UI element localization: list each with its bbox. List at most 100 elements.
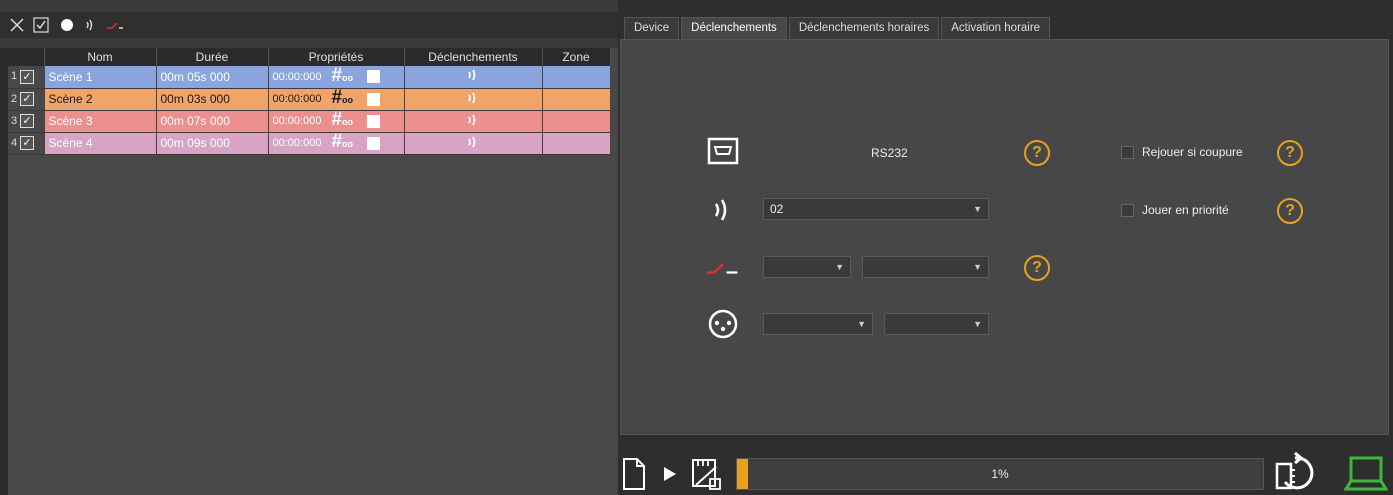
- table-row[interactable]: 4 ✓ Scène 4 00m 09s 000 00:00:000 #oo: [8, 132, 611, 155]
- column-header-zone[interactable]: Zone: [542, 48, 611, 66]
- loop-count-icon[interactable]: #oo: [331, 66, 353, 87]
- table-header-row: Nom Durée Propriétés Déclenchements Zone: [8, 48, 611, 66]
- rs232-help-icon[interactable]: ?: [1024, 140, 1050, 166]
- tab-declenchements-horaires[interactable]: Déclenchements horaires: [788, 17, 940, 39]
- zone-cell[interactable]: [542, 110, 611, 133]
- tab-activation-horaire[interactable]: Activation horaire: [941, 17, 1051, 39]
- scene-name-cell[interactable]: Scène 2: [44, 88, 157, 111]
- chevron-down-icon: ▼: [857, 319, 866, 329]
- color-swatch[interactable]: [367, 70, 381, 84]
- close-icon[interactable]: [6, 14, 28, 36]
- wireless-trigger-icon[interactable]: [80, 14, 102, 36]
- replay-on-cut-checkbox[interactable]: Rejouer si coupure: [1121, 145, 1243, 159]
- loop-count-icon[interactable]: #oo: [331, 110, 354, 131]
- dmx-connector-icon: [705, 306, 741, 342]
- row-select-cell[interactable]: 2 ✓: [8, 88, 45, 111]
- chevron-down-icon: ▼: [973, 204, 982, 214]
- scene-name-cell[interactable]: Scène 1: [44, 66, 157, 89]
- replay-on-cut-box[interactable]: [1121, 145, 1134, 159]
- start-time-value: 00:00:000: [272, 70, 322, 83]
- scene-properties-cell[interactable]: 00:00:000 #oo: [268, 132, 405, 155]
- scene-duration-cell[interactable]: 00m 03s 000: [156, 88, 269, 111]
- row-number: 4: [10, 136, 18, 149]
- trigger-cell[interactable]: [404, 110, 543, 133]
- row-select-cell[interactable]: 4 ✓: [8, 132, 45, 155]
- row-enabled-checkbox[interactable]: ✓: [20, 70, 34, 85]
- scene-duration-cell[interactable]: 00m 07s 000: [156, 110, 269, 133]
- scene-list-panel: Nom Durée Propriétés Déclenchements Zone…: [0, 0, 618, 495]
- loop-count-icon[interactable]: #oo: [331, 88, 354, 109]
- computer-connected-icon[interactable]: [1342, 454, 1390, 494]
- start-time-value: 00:00:000: [272, 93, 322, 105]
- radio-channel-value: 02: [770, 202, 784, 216]
- device-sync-icon[interactable]: [1274, 452, 1322, 494]
- bottom-action-bar: 1%: [618, 450, 1393, 495]
- column-header-check: [8, 48, 45, 66]
- play-priority-box[interactable]: [1121, 203, 1134, 217]
- replay-help-icon[interactable]: ?: [1277, 140, 1303, 166]
- scene-properties-cell[interactable]: 00:00:000 #oo: [268, 66, 405, 89]
- start-time-value: 00:00:000: [272, 137, 322, 149]
- scene-name-cell[interactable]: Scène 3: [44, 110, 157, 133]
- wireless-trigger-icon: [466, 136, 480, 152]
- loop-count-value: oo: [342, 117, 354, 127]
- declenchements-content: RS232 ? Rejouer si coupure ? 02 ▼ Jouer …: [620, 39, 1389, 435]
- tab-device[interactable]: Device: [624, 17, 680, 39]
- color-swatch[interactable]: [367, 92, 381, 106]
- priority-help-icon[interactable]: ?: [1277, 198, 1303, 224]
- zone-cell[interactable]: [542, 132, 611, 155]
- scene-duration-cell[interactable]: 00m 05s 000: [156, 66, 269, 89]
- scene-properties-cell[interactable]: 00:00:000 #oo: [268, 88, 405, 111]
- scene-name-cell[interactable]: Scène 4: [44, 132, 157, 155]
- table-row[interactable]: 1 ✓ Scène 1 00m 05s 000 00:00:000 #oo: [8, 66, 611, 89]
- rs232-label: RS232: [871, 146, 908, 160]
- loop-count-icon[interactable]: #oo: [331, 132, 354, 153]
- table-row[interactable]: 3 ✓ Scène 3 00m 07s 000 00:00:000 #oo: [8, 110, 611, 133]
- dmx-channel-select[interactable]: ▼: [884, 313, 989, 335]
- record-icon[interactable]: [56, 14, 78, 36]
- chevron-down-icon: ▼: [835, 262, 844, 272]
- loop-count-value: oo: [342, 139, 354, 149]
- color-swatch[interactable]: [367, 136, 381, 150]
- scene-properties-panel: Device Déclenchements Déclenchements hor…: [618, 0, 1393, 495]
- row-number: 2: [10, 92, 18, 105]
- serial-port-icon: [705, 133, 741, 169]
- wireless-trigger-icon: [466, 114, 480, 130]
- row-enabled-checkbox[interactable]: ✓: [20, 92, 34, 107]
- dmx-universe-select[interactable]: ▼: [763, 313, 873, 335]
- column-header-declenchements[interactable]: Déclenchements: [404, 48, 543, 66]
- send-to-device-icon[interactable]: [688, 456, 724, 492]
- scene-properties-cell[interactable]: 00:00:000 #oo: [268, 110, 405, 133]
- row-number: 3: [10, 114, 18, 127]
- scene-duration-cell[interactable]: 00m 09s 000: [156, 132, 269, 155]
- zone-cell[interactable]: [542, 88, 611, 111]
- row-number: 1: [10, 70, 18, 82]
- table-row[interactable]: 2 ✓ Scène 2 00m 03s 000 00:00:000 #oo: [8, 88, 611, 111]
- tab-bar: Device Déclenchements Déclenchements hor…: [624, 17, 1052, 40]
- switch-contact-icon[interactable]: [104, 14, 126, 36]
- row-select-cell[interactable]: 1 ✓: [8, 66, 45, 89]
- column-header-proprietes[interactable]: Propriétés: [268, 48, 405, 66]
- loop-count-value: oo: [342, 95, 354, 105]
- new-file-icon[interactable]: [620, 456, 648, 492]
- row-number-gutter: [0, 48, 8, 495]
- zone-cell[interactable]: [542, 66, 611, 89]
- trigger-cell[interactable]: [404, 66, 543, 89]
- row-select-cell[interactable]: 3 ✓: [8, 110, 45, 133]
- contact-mode-select[interactable]: ▼: [862, 256, 989, 278]
- column-header-nom[interactable]: Nom: [44, 48, 157, 66]
- play-priority-label: Jouer en priorité: [1142, 203, 1229, 217]
- trigger-cell[interactable]: [404, 88, 543, 111]
- play-icon[interactable]: [660, 462, 680, 486]
- row-enabled-checkbox[interactable]: ✓: [20, 136, 34, 151]
- play-priority-checkbox[interactable]: Jouer en priorité: [1121, 203, 1229, 217]
- column-header-duree[interactable]: Durée: [156, 48, 269, 66]
- trigger-cell[interactable]: [404, 132, 543, 155]
- tab-declenchements[interactable]: Déclenchements: [681, 17, 787, 40]
- contact-help-icon[interactable]: ?: [1024, 255, 1050, 281]
- radio-channel-select[interactable]: 02 ▼: [763, 198, 989, 220]
- row-enabled-checkbox[interactable]: ✓: [20, 114, 34, 129]
- checkbox-icon[interactable]: [30, 14, 52, 36]
- contact-input-select[interactable]: ▼: [763, 256, 851, 278]
- color-swatch[interactable]: [367, 114, 381, 128]
